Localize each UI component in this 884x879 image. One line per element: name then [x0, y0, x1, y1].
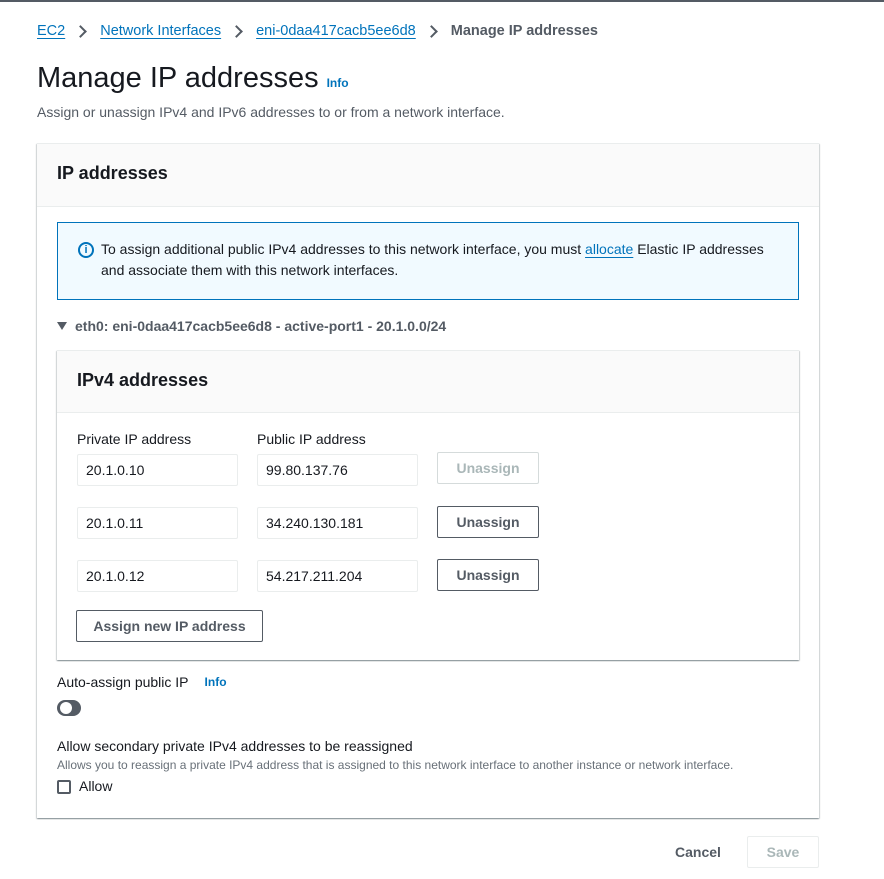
panel-title: IP addresses [57, 163, 168, 183]
caret-down-icon [57, 322, 67, 330]
cancel-button[interactable]: Cancel [661, 836, 735, 868]
panel-header: IP addresses [37, 144, 819, 207]
chevron-right-icon [74, 24, 88, 38]
reassign-description: Allows you to reassign a private IPv4 ad… [57, 758, 734, 772]
unassign-button[interactable]: Unassign [437, 452, 539, 484]
ip-addresses-panel: IP addresses i To assign additional publ… [37, 143, 819, 818]
ipv4-title: IPv4 addresses [77, 370, 209, 390]
unassign-button[interactable]: Unassign [437, 559, 539, 591]
auto-assign-label-row: Auto-assign public IP Info [57, 674, 227, 690]
assign-new-ip-button[interactable]: Assign new IP address [76, 610, 263, 642]
ipv4-addresses-container: IPv4 addresses Private IP address Public… [57, 350, 799, 660]
chevron-right-icon [230, 24, 243, 38]
private-ip-field[interactable]: 20.1.0.11 [77, 507, 238, 539]
top-border [0, 0, 884, 2]
public-ip-field: 54.217.211.204 [257, 560, 418, 592]
public-ip-field: 34.240.130.181 [257, 507, 418, 539]
public-ip-field: 99.80.137.76 [257, 454, 418, 486]
info-alert: i To assign additional public IPv4 addre… [57, 222, 799, 300]
page-title: Manage IP addresses [37, 62, 319, 94]
reassign-title: Allow secondary private IPv4 addresses t… [57, 738, 413, 754]
page-header: Manage IP addresses Info [37, 62, 349, 95]
toggle-knob [60, 702, 72, 714]
breadcrumb-ec2[interactable]: EC2 [37, 23, 65, 39]
public-ip-header: Public IP address [257, 431, 366, 447]
interface-expander[interactable]: eth0: eni-0daa417cacb5ee6d8 - active-por… [57, 318, 446, 334]
breadcrumb-network-interfaces[interactable]: Network Interfaces [100, 23, 221, 39]
save-button[interactable]: Save [747, 836, 819, 868]
page-info-link[interactable]: Info [327, 76, 349, 90]
allocate-link[interactable]: allocate [585, 241, 633, 257]
auto-assign-label: Auto-assign public IP [57, 674, 189, 690]
private-ip-field[interactable]: 20.1.0.12 [77, 560, 238, 592]
allow-checkbox-label[interactable]: Allow [79, 778, 112, 794]
private-ip-field[interactable]: 20.1.0.10 [77, 454, 238, 486]
unassign-button[interactable]: Unassign [437, 506, 539, 538]
allow-checkbox[interactable] [57, 780, 71, 794]
interface-label: eth0: eni-0daa417cacb5ee6d8 - active-por… [75, 318, 447, 334]
info-circle-icon: i [78, 242, 94, 258]
ipv4-header: IPv4 addresses [57, 351, 799, 413]
auto-assign-toggle[interactable] [57, 700, 81, 716]
private-ip-header: Private IP address [77, 431, 192, 447]
chevron-right-icon [424, 24, 438, 38]
page-description: Assign or unassign IPv4 and IPv6 address… [37, 104, 505, 120]
breadcrumb: EC2 Network Interfaces eni-0daa417cacb5e… [37, 23, 598, 39]
breadcrumb-eni[interactable]: eni-0daa417cacb5ee6d8 [256, 23, 416, 39]
auto-assign-info-link[interactable]: Info [205, 675, 227, 689]
breadcrumb-current: Manage IP addresses [450, 23, 598, 39]
alert-text-before: To assign additional public IPv4 address… [101, 241, 586, 257]
